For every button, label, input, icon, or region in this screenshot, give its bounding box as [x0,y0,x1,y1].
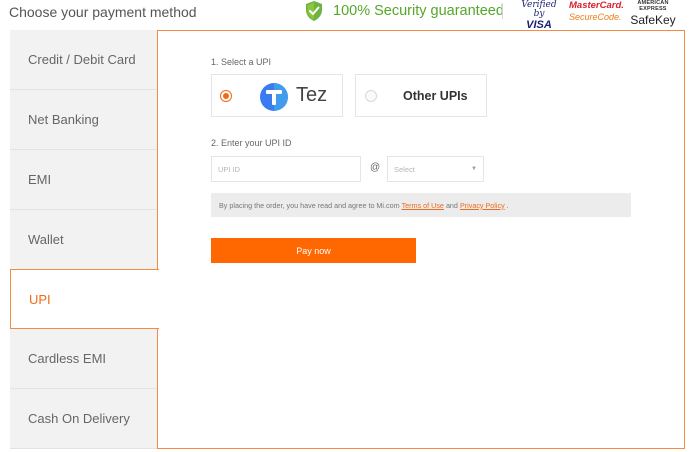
amex-badge-line1: AMERICAN EXPRESS [637,0,669,12]
tab-label: Net Banking [28,112,99,127]
enter-upi-label: 2. Enter your UPI ID [211,138,292,148]
tab-wallet[interactable]: Wallet [10,210,158,270]
terms-of-use-link[interactable]: Terms of Use [402,201,444,210]
page-title: Choose your payment method [9,4,197,20]
security-text: 100% Security guaranteed [333,3,504,19]
amex-safekey-logo: AMERICAN EXPRESS SafeKey [627,0,679,27]
tab-label: Wallet [28,232,64,247]
upi-handle-select[interactable]: Select ▼ [387,156,484,182]
other-upis-label: Other UPIs [403,89,468,103]
amex-badge-line2: SafeKey [630,13,676,27]
consent-and: and [445,200,458,210]
other-upi-radio[interactable] [365,90,377,102]
tez-radio[interactable] [220,90,232,102]
header-divider [502,3,503,19]
upi-option-other[interactable]: Other UPIs [355,74,487,117]
upi-id-input[interactable]: UPI ID [211,156,361,182]
tab-label: EMI [28,172,52,187]
verified-by-visa-logo: Verified by VISA [519,1,559,31]
tab-label: UPI [29,291,51,307]
pay-now-button[interactable]: Pay now [211,238,416,263]
shield-check-icon [306,1,322,21]
tab-net-banking[interactable]: Net Banking [10,90,158,150]
consent-prefix: By placing the order, you have read and … [219,200,400,210]
chevron-down-icon: ▼ [471,166,477,172]
tab-label: Cardless EMI [28,351,107,366]
upi-id-placeholder: UPI ID [218,164,241,174]
security-banner: 100% Security guaranteed [305,0,504,22]
tab-emi[interactable]: EMI [10,150,158,210]
privacy-policy-link[interactable]: Privacy Policy [460,201,505,210]
mastercard-badge-line1: MasterCard. [569,0,624,11]
tab-credit-debit-card[interactable]: Credit / Debit Card [10,30,158,90]
visa-badge-line1: Verified by [521,0,557,19]
mastercard-badge-line2: SecureCode. [569,11,622,22]
tab-cash-on-delivery[interactable]: Cash On Delivery [10,389,158,449]
upi-payment-panel: 1. Select a UPI Tez Other UPIs 2. Enter … [157,30,685,449]
tab-upi[interactable]: UPI [10,269,159,329]
tab-label: Cash On Delivery [28,411,130,426]
select-upi-label: 1. Select a UPI [211,57,272,67]
tez-label: Tez [296,84,328,106]
tez-logo-icon [260,83,288,111]
mastercard-securecode-logo: MasterCard. SecureCode. [569,0,624,22]
at-symbol: @ [370,162,381,173]
tab-label: Credit / Debit Card [28,52,136,67]
upi-option-tez[interactable]: Tez [211,74,343,117]
select-placeholder: Select [394,164,415,174]
consent-suffix: . [506,200,509,210]
tab-cardless-emi[interactable]: Cardless EMI [10,329,158,389]
consent-notice: By placing the order, you have read and … [211,193,631,217]
